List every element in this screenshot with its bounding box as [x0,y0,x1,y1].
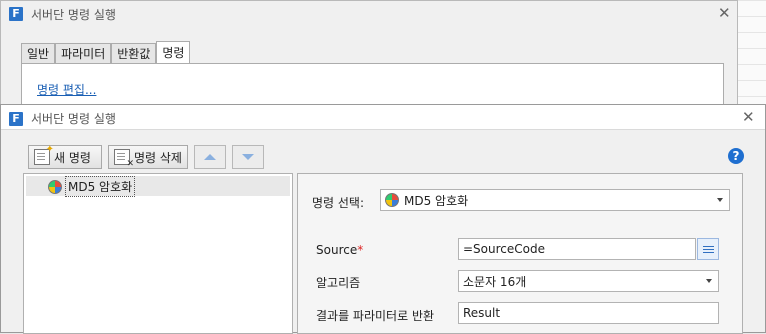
tab-general[interactable]: 일반 [21,43,56,64]
background-grid-area [738,0,766,110]
help-icon[interactable]: ? [728,148,744,164]
move-up-button[interactable] [194,145,226,169]
app-logo-icon: F [9,111,23,126]
tab-parameters[interactable]: 파라미터 [55,43,112,64]
delete-command-button[interactable]: 명령 삭제 [108,145,188,169]
expression-editor-button[interactable] [697,238,719,260]
command-select-label: 명령 선택: [312,196,365,210]
background-dialog-titlebar: F 서버단 명령 실행 [9,5,116,23]
background-dialog: F 서버단 명령 실행 ✕ 일반 파라미터 반환값 명령 명령 편집... [0,0,738,111]
command-properties-panel: 명령 선택: MD5 암호화 Source* =SourceCode 알고리즘 … [297,173,743,334]
list-item[interactable]: MD5 암호화 [26,176,290,197]
dialog-title: 서버단 명령 실행 [31,112,116,126]
source-value: =SourceCode [463,242,545,256]
close-icon[interactable]: ✕ [742,110,755,125]
arrow-down-icon [242,154,254,160]
md5-icon [385,193,399,207]
dialog-title-group: F 서버단 명령 실행 [9,110,116,127]
move-down-button[interactable] [232,145,264,169]
new-command-label: 새 명령 [54,150,91,165]
dialog-titlebar: F 서버단 명령 실행 ✕ [1,105,765,130]
new-command-button[interactable]: 새 명령 [28,144,102,169]
list-item-content: MD5 암호화 [48,176,136,197]
command-select-dropdown[interactable]: MD5 암호화 [380,189,730,211]
list-item-label: MD5 암호화 [65,176,136,197]
tab-return-value[interactable]: 반환값 [111,43,157,64]
command-dialog: F 서버단 명령 실행 ✕ 새 명령 명령 삭제 ? MD5 암호화 명령 선택… [0,104,766,334]
delete-document-icon [114,149,134,169]
algorithm-label: 알고리즘 [316,276,361,290]
result-input[interactable]: Result [458,302,719,324]
background-dialog-title: 서버단 명령 실행 [31,7,116,22]
required-marker: * [357,243,364,257]
chevron-down-icon [706,279,712,283]
command-list: MD5 암호화 [23,173,293,334]
algorithm-dropdown[interactable]: 소문자 16개 [458,270,719,292]
command-select-value: MD5 암호화 [404,193,469,208]
result-label: 결과를 파라미터로 반환 [316,309,435,323]
algorithm-value: 소문자 16개 [463,274,527,289]
source-label-group: Source* [316,243,363,257]
result-value: Result [463,306,501,320]
new-document-icon [34,144,54,165]
source-input[interactable]: =SourceCode [458,238,696,260]
chevron-down-icon [717,198,723,202]
delete-command-label: 명령 삭제 [134,150,182,165]
source-label: Source [316,243,358,257]
close-icon[interactable]: ✕ [718,6,731,21]
background-tabs: 일반 파라미터 반환값 명령 [21,41,191,64]
tab-commands[interactable]: 명령 [156,41,191,64]
md5-icon [48,179,62,194]
arrow-up-icon [204,154,216,160]
edit-commands-link[interactable]: 명령 편집... [37,81,96,98]
app-logo-icon: F [9,7,23,21]
